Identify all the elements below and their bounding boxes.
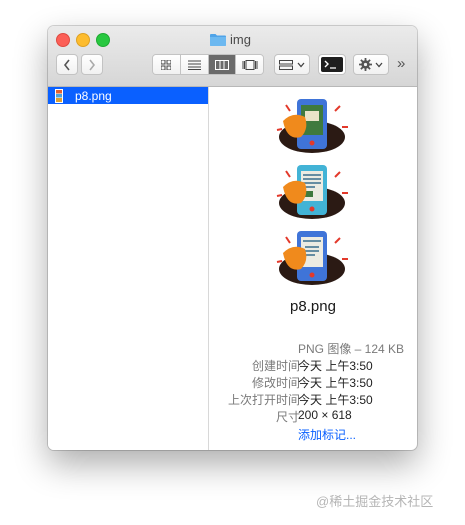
list-icon xyxy=(187,60,201,70)
info-value: 今天 上午3:50 xyxy=(298,376,373,390)
grid-icon xyxy=(161,59,172,70)
info-row-modified: 修改时间 今天 上午3:50 xyxy=(209,374,417,390)
file-column: p8.png xyxy=(48,87,209,450)
image-preview xyxy=(276,99,348,285)
preview-filename: p8.png xyxy=(290,298,336,315)
gallery-view-button[interactable] xyxy=(236,55,263,74)
file-row-selected[interactable]: p8.png xyxy=(48,87,208,104)
chevron-down-icon xyxy=(375,62,383,67)
title-bar: img » xyxy=(48,26,417,87)
list-view-button[interactable] xyxy=(180,55,209,74)
chevron-left-icon xyxy=(63,59,70,70)
info-key: 上次打开时间 xyxy=(227,393,300,407)
minimize-button[interactable] xyxy=(76,33,90,47)
column-view-button[interactable] xyxy=(208,55,237,74)
window-title-text: img xyxy=(230,31,251,47)
info-value: 今天 上午3:50 xyxy=(298,359,373,373)
info-row-last-opened: 上次打开时间 今天 上午3:50 xyxy=(209,391,417,407)
chevron-right-icon xyxy=(89,59,96,70)
back-button[interactable] xyxy=(56,54,78,75)
finder-window: img » p8.png p8.png PNG 图像 – 124 KB 创建时间… xyxy=(48,26,417,450)
zoom-button[interactable] xyxy=(96,33,110,47)
view-mode-segment xyxy=(152,54,264,75)
file-kind-size: PNG 图像 – 124 KB xyxy=(298,342,405,356)
info-row-dimensions: 尺寸 200 × 618 xyxy=(209,408,417,424)
info-key: 创建时间 xyxy=(251,359,300,373)
folder-icon xyxy=(210,33,226,46)
toolbar-overflow-button[interactable]: » xyxy=(397,56,405,72)
info-key: 修改时间 xyxy=(251,376,300,390)
icon-view-button[interactable] xyxy=(153,55,181,74)
add-tags-link[interactable]: 添加标记... xyxy=(298,426,356,443)
group-icon xyxy=(279,59,293,70)
window-title: img xyxy=(210,30,251,48)
chevron-down-icon xyxy=(297,62,305,67)
info-value: 200 × 618 xyxy=(298,408,352,422)
watermark: @稀土掘金技术社区 xyxy=(316,494,434,509)
gear-icon xyxy=(359,58,372,71)
png-file-icon xyxy=(55,88,63,103)
preview-pane: p8.png PNG 图像 – 124 KB 创建时间 今天 上午3:50 修改… xyxy=(209,87,417,450)
forward-button[interactable] xyxy=(81,54,103,75)
group-by-button[interactable] xyxy=(274,54,310,75)
columns-icon xyxy=(214,59,229,70)
file-name: p8.png xyxy=(75,88,112,103)
terminal-button[interactable] xyxy=(318,54,346,75)
action-menu-button[interactable] xyxy=(353,54,389,75)
info-value: 今天 上午3:50 xyxy=(298,393,373,407)
close-button[interactable] xyxy=(56,33,70,47)
gallery-icon xyxy=(242,59,258,70)
terminal-icon xyxy=(321,57,343,72)
info-row-created: 创建时间 今天 上午3:50 xyxy=(209,357,417,373)
info-key: 尺寸 xyxy=(275,410,300,424)
